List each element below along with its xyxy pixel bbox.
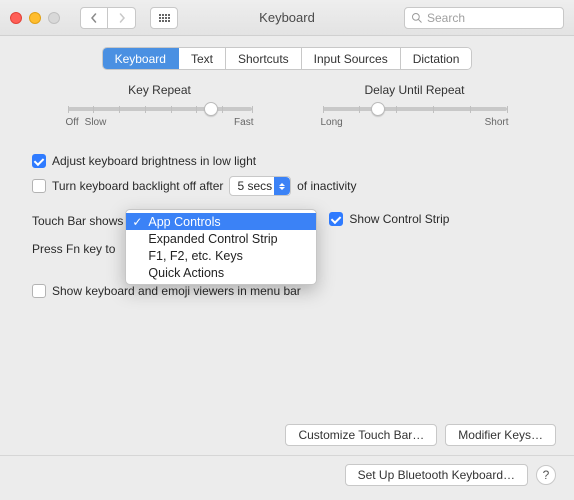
brightness-row: Adjust keyboard brightness in low light — [32, 154, 542, 168]
menu-item-quick-actions[interactable]: Quick Actions — [126, 264, 316, 281]
viewers-checkbox[interactable] — [32, 284, 46, 298]
customize-touchbar-button[interactable]: Customize Touch Bar… — [285, 424, 437, 446]
window-controls — [10, 12, 60, 24]
stepper-icon — [274, 177, 290, 195]
footer: Set Up Bluetooth Keyboard… ? — [345, 464, 556, 486]
viewers-label: Show keyboard and emoji viewers in menu … — [52, 284, 301, 298]
tick-long: Long — [321, 117, 343, 128]
minimize-icon[interactable] — [29, 12, 41, 24]
modifier-keys-button[interactable]: Modifier Keys… — [445, 424, 556, 446]
menu-item-expanded[interactable]: Expanded Control Strip — [126, 230, 316, 247]
menu-item-fkeys[interactable]: F1, F2, etc. Keys — [126, 247, 316, 264]
key-repeat-label: Key Repeat — [60, 83, 260, 97]
tab-shortcuts[interactable]: Shortcuts — [226, 48, 302, 69]
brightness-checkbox[interactable] — [32, 154, 46, 168]
nav-buttons — [80, 7, 136, 29]
backlight-timeout-select[interactable]: 5 secs — [229, 176, 291, 196]
viewers-row: Show keyboard and emoji viewers in menu … — [32, 284, 542, 298]
content: Key Repeat Off Slow Fast Delay Until Repe… — [0, 69, 574, 298]
backlight-checkbox[interactable] — [32, 179, 46, 193]
maximize-icon — [48, 12, 60, 24]
help-button[interactable]: ? — [536, 465, 556, 485]
sliders-row: Key Repeat Off Slow Fast Delay Until Repe… — [32, 83, 542, 128]
backlight-label: Turn keyboard backlight off after — [52, 179, 223, 193]
back-button[interactable] — [80, 7, 108, 29]
grid-icon — [159, 14, 170, 22]
slider-knob-icon[interactable] — [204, 102, 218, 116]
delay-group: Delay Until Repeat Long Short — [315, 83, 515, 128]
touchbar-menu: App Controls Expanded Control Strip F1, … — [125, 209, 317, 285]
tab-input-sources[interactable]: Input Sources — [302, 48, 401, 69]
backlight-suffix: of inactivity — [297, 179, 356, 193]
control-strip-label: Show Control Strip — [349, 212, 449, 226]
touchbar-label: Touch Bar shows — [32, 212, 123, 228]
bluetooth-keyboard-button[interactable]: Set Up Bluetooth Keyboard… — [345, 464, 528, 486]
show-all-button[interactable] — [150, 7, 178, 29]
tab-bar: Keyboard Text Shortcuts Input Sources Di… — [103, 48, 472, 69]
divider — [0, 455, 574, 456]
key-repeat-group: Key Repeat Off Slow Fast — [60, 83, 260, 128]
tab-dictation[interactable]: Dictation — [401, 48, 472, 69]
tick-slow: Slow — [85, 117, 107, 128]
tick-short: Short — [485, 117, 509, 128]
search-icon — [411, 12, 423, 24]
bottom-buttons: Customize Touch Bar… Modifier Keys… — [285, 424, 556, 446]
menu-item-app-controls[interactable]: App Controls — [126, 213, 316, 230]
tab-text[interactable]: Text — [179, 48, 226, 69]
slider-knob-icon[interactable] — [371, 102, 385, 116]
tab-keyboard[interactable]: Keyboard — [103, 48, 179, 69]
fnkey-label: Press Fn key to — [32, 242, 115, 256]
titlebar: Keyboard Search — [0, 0, 574, 36]
backlight-row: Turn keyboard backlight off after 5 secs… — [32, 176, 542, 196]
select-value: 5 secs — [237, 179, 272, 193]
tick-off: Off — [66, 117, 79, 128]
search-field[interactable]: Search — [404, 7, 564, 29]
tick-fast: Fast — [234, 117, 253, 128]
delay-label: Delay Until Repeat — [315, 83, 515, 97]
delay-slider[interactable] — [323, 107, 507, 111]
forward-button[interactable] — [108, 7, 136, 29]
key-repeat-slider[interactable] — [68, 107, 252, 111]
control-strip-row: Show Control Strip — [329, 212, 449, 226]
search-placeholder: Search — [427, 11, 465, 25]
close-icon[interactable] — [10, 12, 22, 24]
control-strip-checkbox[interactable] — [329, 212, 343, 226]
touchbar-row: Touch Bar shows App Controls Expanded Co… — [32, 212, 542, 228]
brightness-label: Adjust keyboard brightness in low light — [52, 154, 256, 168]
